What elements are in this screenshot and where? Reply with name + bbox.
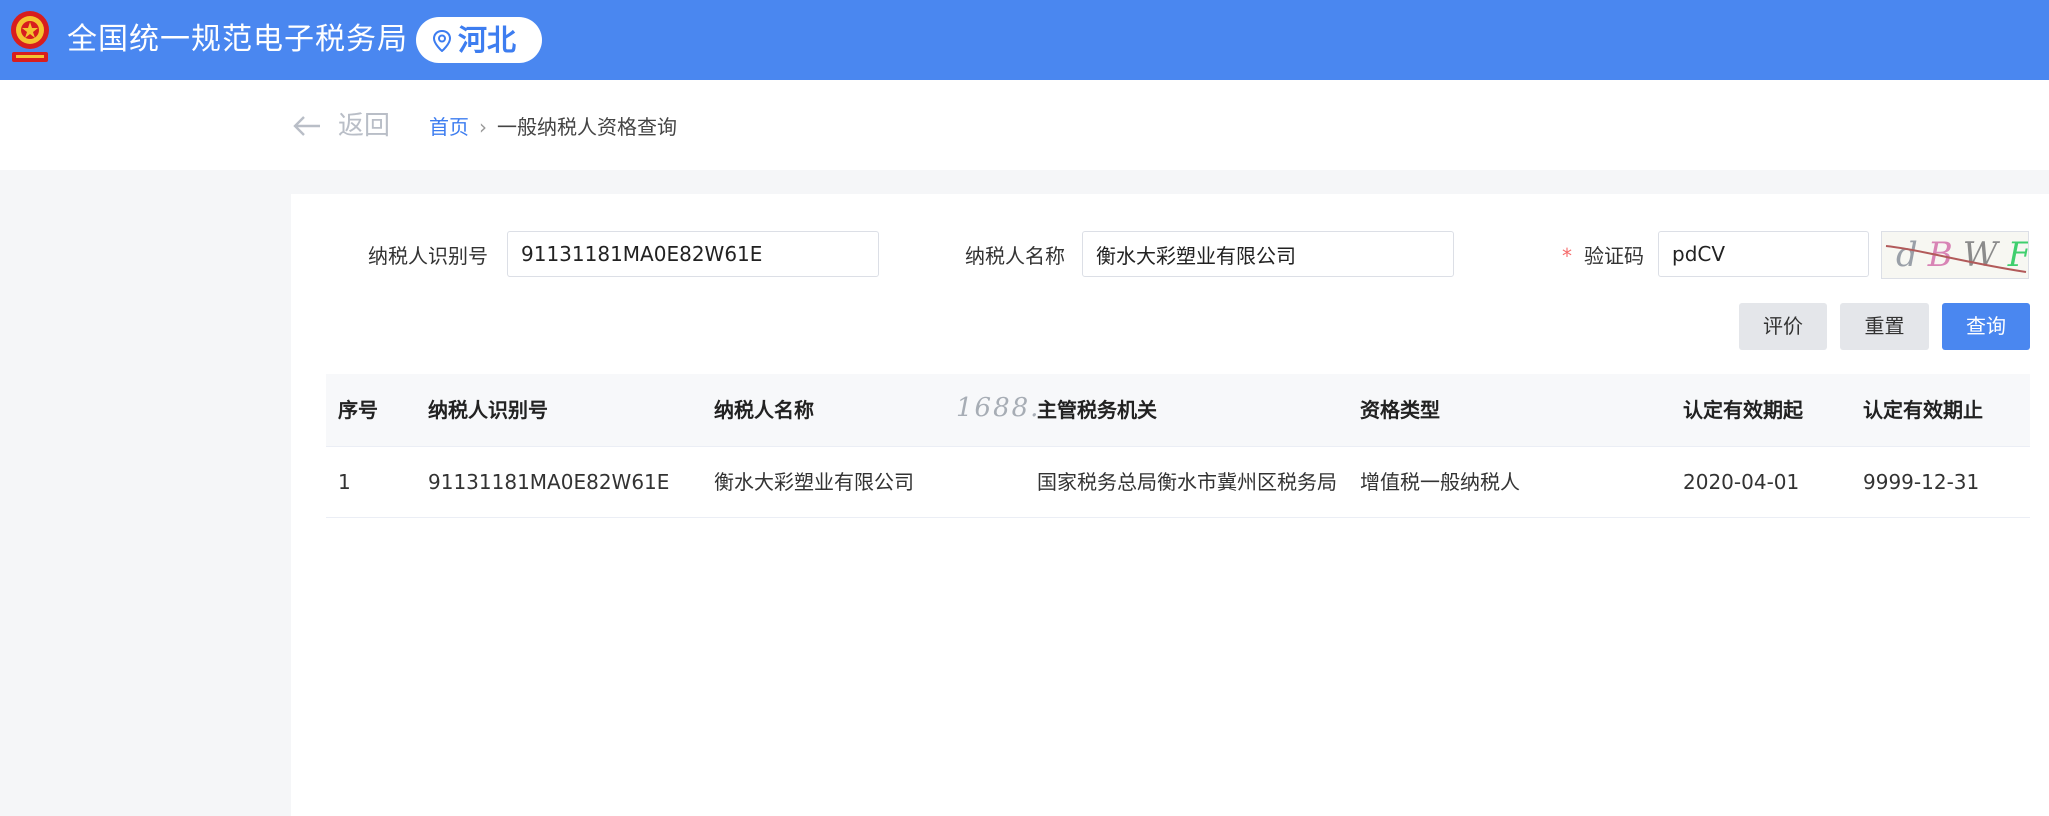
arrow-left-icon bbox=[293, 116, 320, 136]
left-margin bbox=[0, 170, 291, 816]
reset-button[interactable]: 重置 bbox=[1840, 303, 1929, 350]
column-header-tax-authority: 主管税务机关 bbox=[1037, 398, 1157, 422]
cell-valid-to: 9999-12-31 bbox=[1863, 470, 1980, 494]
taxpayer-name-label: 纳税人名称 bbox=[965, 244, 1065, 268]
column-header-qualification-type: 资格类型 bbox=[1360, 398, 1440, 422]
cell-taxpayer-name: 衡水大彩塑业有限公司 bbox=[714, 470, 914, 494]
breadcrumb-current: 一般纳税人资格查询 bbox=[497, 115, 677, 139]
cell-valid-from: 2020-04-01 bbox=[1683, 470, 1800, 494]
region-selector[interactable]: 河北 bbox=[416, 17, 542, 63]
breadcrumb-home-link[interactable]: 首页 bbox=[429, 115, 469, 139]
taxpayer-id-label: 纳税人识别号 bbox=[368, 244, 488, 268]
taxpayer-name-input[interactable] bbox=[1082, 231, 1454, 277]
site-title: 全国统一规范电子税务局 bbox=[67, 22, 408, 57]
captcha-image[interactable]: dBWF bbox=[1881, 231, 2029, 279]
column-header-taxpayer-id: 纳税人识别号 bbox=[428, 398, 548, 422]
column-header-valid-from: 认定有效期起 bbox=[1683, 398, 1803, 422]
evaluate-button[interactable]: 评价 bbox=[1739, 303, 1827, 350]
table-header: 序号 纳税人识别号 纳税人名称 主管税务机关 资格类型 认定有效期起 认定有效期… bbox=[326, 374, 2030, 447]
column-header-index: 序号 bbox=[338, 398, 378, 422]
captcha-label: 验证码 bbox=[1584, 244, 1644, 268]
column-header-valid-to: 认定有效期止 bbox=[1863, 398, 1983, 422]
cell-tax-authority: 国家税务总局衡水市冀州区税务局 bbox=[1037, 470, 1337, 494]
region-name: 河北 bbox=[458, 23, 517, 57]
taxpayer-id-input[interactable] bbox=[507, 231, 879, 277]
table-row[interactable]: 1 91131181MA0E82W61E 衡水大彩塑业有限公司 国家税务总局衡水… bbox=[326, 447, 2030, 518]
cell-qualification-type: 增值税一般纳税人 bbox=[1360, 470, 1520, 494]
back-label: 返回 bbox=[338, 111, 391, 141]
breadcrumb-separator: › bbox=[479, 115, 487, 139]
national-emblem-icon bbox=[11, 11, 49, 62]
required-mark: * bbox=[1562, 244, 1572, 268]
query-button[interactable]: 查询 bbox=[1942, 303, 2030, 350]
location-pin-icon bbox=[432, 30, 452, 52]
cell-taxpayer-id: 91131181MA0E82W61E bbox=[428, 470, 670, 494]
captcha-noise-line bbox=[1885, 245, 2027, 273]
column-header-taxpayer-name: 纳税人名称 bbox=[714, 398, 814, 422]
breadcrumb: 首页 › 一般纳税人资格查询 bbox=[429, 112, 677, 142]
cell-index: 1 bbox=[338, 470, 351, 494]
captcha-input[interactable] bbox=[1658, 231, 1869, 277]
watermark-text: 1688. bbox=[956, 393, 1041, 423]
top-header: 全国统一规范电子税务局 河北 bbox=[0, 0, 2049, 80]
